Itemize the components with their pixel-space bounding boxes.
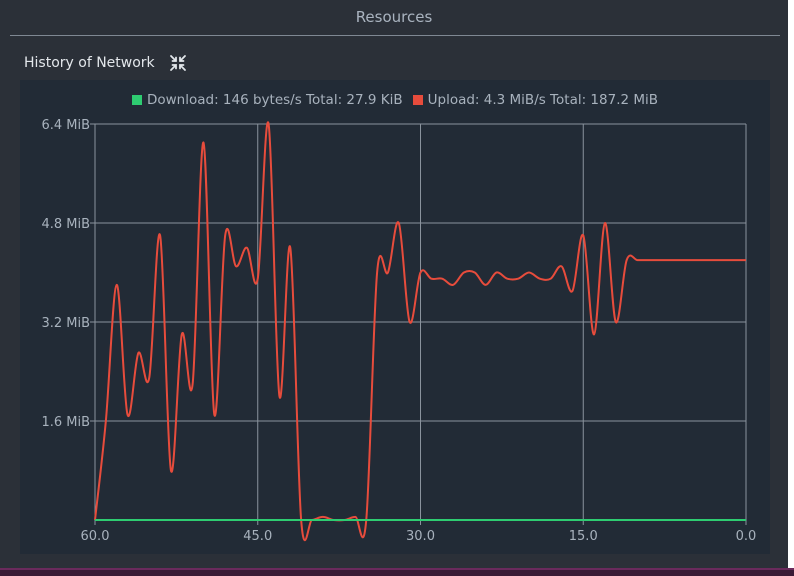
section-header: History of Network — [24, 52, 187, 74]
y-tick-label: 3.2 MiB — [41, 316, 90, 331]
desktop-strip — [0, 568, 794, 576]
section-title: History of Network — [24, 55, 155, 71]
y-tick-label: 6.4 MiB — [41, 118, 90, 133]
title-divider — [10, 35, 780, 36]
resources-window: Resources History of Network Download: 1… — [0, 0, 788, 568]
x-tick-label: 30.0 — [406, 529, 435, 544]
x-tick-label: 15.0 — [569, 529, 598, 544]
collapse-arrows-icon[interactable] — [169, 54, 187, 72]
network-history-chart: Download: 146 bytes/s Total: 27.9 KiB Up… — [20, 80, 770, 554]
panel-title: Resources — [355, 8, 433, 26]
y-tick-label: 4.8 MiB — [41, 217, 90, 232]
x-tick-label: 45.0 — [243, 529, 272, 544]
y-tick-label: 1.6 MiB — [41, 415, 90, 430]
x-tick-label: 60.0 — [81, 529, 110, 544]
x-tick-label: 0.0 — [736, 529, 757, 544]
window-edge — [788, 0, 794, 576]
plot-area: 60.0 45.0 30.0 15.0 0.0 1.6 MiB 3.2 MiB 4.8 MiB… — [41, 118, 757, 544]
